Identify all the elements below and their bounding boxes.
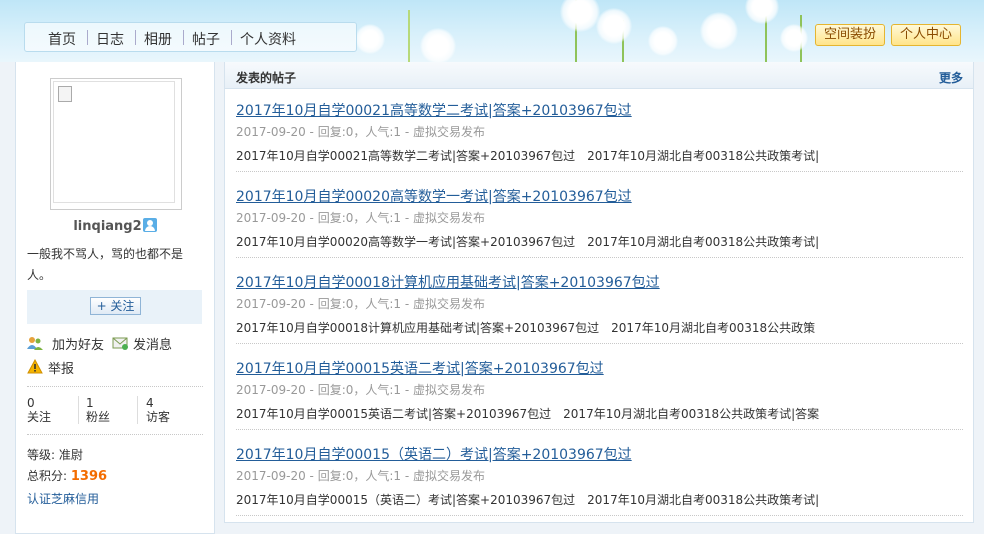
- dandelion-decor: [560, 0, 600, 32]
- post-meta: 2017-09-20 - 回复:0，人气:1 - 虚拟交易发布: [236, 469, 486, 483]
- stat-separator: [78, 396, 79, 424]
- dandelion-decor: [420, 28, 456, 62]
- avatar[interactable]: [50, 78, 182, 210]
- header-banner: 首页 日志 相册 帖子 个人资料 空间装扮 个人中心: [0, 0, 984, 62]
- post-meta: 2017-09-20 - 回复:0，人气:1 - 虚拟交易发布: [236, 211, 486, 225]
- add-friend-icon: [27, 337, 43, 350]
- posts-panel-title: 发表的帖子: [236, 71, 297, 85]
- avatar-image: [53, 81, 175, 203]
- post-item: 2017年10月自学00021高等数学二考试|答案+20103967包过 201…: [236, 100, 963, 186]
- post-divider: [236, 429, 963, 430]
- post-title-link[interactable]: 2017年10月自学00015英语二考试|答案+20103967包过: [236, 358, 604, 378]
- profile-sidebar: linqiang2 一般我不骂人，骂的也都不是人。 + 关注 加为好友 发消息 …: [15, 62, 215, 534]
- post-divider: [236, 257, 963, 258]
- post-item: 2017年10月自学00020高等数学一考试|答案+20103967包过 201…: [236, 186, 963, 272]
- post-title-link[interactable]: 2017年10月自学00015（英语二）考试|答案+20103967包过: [236, 444, 632, 464]
- level-label: 等级:: [27, 448, 56, 462]
- certify-link[interactable]: 认证芝麻信用: [27, 490, 99, 507]
- posts-panel: 发表的帖子 更多 2017年10月自学00021高等数学二考试|答案+20103…: [224, 62, 974, 523]
- follow-area: + 关注: [27, 290, 202, 324]
- stat-following[interactable]: 0 关注: [27, 396, 51, 424]
- send-message-label: 发消息: [133, 338, 173, 353]
- username[interactable]: linqiang2: [73, 219, 141, 234]
- nav-separator: [135, 30, 136, 45]
- warning-icon: [27, 359, 43, 374]
- nav-album[interactable]: 相册: [144, 29, 172, 49]
- divider: [27, 434, 203, 435]
- more-link[interactable]: 更多: [939, 69, 963, 86]
- post-item: 2017年10月自学00015（英语二）考试|答案+20103967包过 201…: [236, 444, 963, 530]
- points-row: 总积分: 1396: [27, 467, 107, 484]
- dandelion-decor: [700, 12, 738, 50]
- points-value: 1396: [70, 469, 108, 484]
- send-message-button[interactable]: 发消息: [112, 334, 172, 353]
- personal-center-button[interactable]: 个人中心: [891, 24, 962, 46]
- post-divider: [236, 171, 963, 172]
- post-meta: 2017-09-20 - 回复:0，人气:1 - 虚拟交易发布: [236, 383, 486, 397]
- post-divider: [236, 343, 963, 344]
- stat-separator: [137, 396, 138, 424]
- dandelion-decor: [648, 26, 678, 56]
- post-excerpt: 2017年10月自学00018计算机应用基础考试|答案+20103967包过 2…: [236, 321, 816, 335]
- user-bio: 一般我不骂人，骂的也都不是人。: [27, 247, 184, 282]
- main-nav: 首页 日志 相册 帖子 个人资料: [24, 22, 357, 52]
- post-excerpt: 2017年10月自学00020高等数学一考试|答案+20103967包过 201…: [236, 235, 820, 249]
- dandelion-decor: [596, 8, 632, 44]
- stat-label: 粉丝: [86, 410, 111, 424]
- post-meta: 2017-09-20 - 回复:0，人气:1 - 虚拟交易发布: [236, 125, 486, 139]
- post-meta: 2017-09-20 - 回复:0，人气:1 - 虚拟交易发布: [236, 297, 486, 311]
- nav-separator: [87, 30, 88, 45]
- posts-panel-header: 发表的帖子 更多: [225, 62, 973, 89]
- post-excerpt: 2017年10月自学00015（英语二）考试|答案+20103967包过 201…: [236, 493, 820, 507]
- space-decorate-button[interactable]: 空间装扮: [815, 24, 886, 46]
- stat-value: 1: [86, 396, 94, 410]
- message-icon: [112, 337, 128, 350]
- dandelion-decor: [745, 0, 779, 24]
- stat-value: 0: [27, 396, 35, 410]
- points-label: 总积分:: [27, 469, 68, 483]
- post-divider: [236, 515, 963, 516]
- nav-separator: [183, 30, 184, 45]
- stat-visitors[interactable]: 4 访客: [146, 396, 170, 424]
- user-badge-icon: [142, 218, 157, 232]
- level-value: 准尉: [58, 448, 83, 462]
- decor-stem: [408, 10, 410, 62]
- add-friend-label: 加为好友: [52, 338, 105, 353]
- nav-blog[interactable]: 日志: [96, 29, 124, 49]
- nav-profile[interactable]: 个人资料: [240, 29, 296, 49]
- stat-followers[interactable]: 1 粉丝: [86, 396, 110, 424]
- stat-label: 关注: [27, 410, 52, 424]
- post-title-link[interactable]: 2017年10月自学00021高等数学二考试|答案+20103967包过: [236, 100, 632, 120]
- add-friend-button[interactable]: 加为好友: [27, 334, 104, 353]
- follow-button[interactable]: + 关注: [90, 297, 141, 315]
- stat-label: 访客: [146, 410, 171, 424]
- dandelion-decor: [780, 24, 808, 52]
- level-row: 等级: 准尉: [27, 446, 83, 463]
- broken-image-icon: [58, 86, 72, 102]
- post-title-link[interactable]: 2017年10月自学00018计算机应用基础考试|答案+20103967包过: [236, 272, 660, 292]
- nav-home[interactable]: 首页: [48, 29, 76, 49]
- nav-posts[interactable]: 帖子: [192, 29, 220, 49]
- stat-value: 4: [146, 396, 154, 410]
- post-item: 2017年10月自学00018计算机应用基础考试|答案+20103967包过 2…: [236, 272, 963, 358]
- divider: [27, 386, 203, 387]
- post-item: 2017年10月自学00015英语二考试|答案+20103967包过 2017-…: [236, 358, 963, 444]
- post-excerpt: 2017年10月自学00021高等数学二考试|答案+20103967包过 201…: [236, 149, 820, 163]
- report-button[interactable]: 举报: [27, 358, 74, 377]
- dandelion-decor: [355, 24, 385, 54]
- nav-separator: [231, 30, 232, 45]
- post-excerpt: 2017年10月自学00015英语二考试|答案+20103967包过 2017年…: [236, 407, 820, 421]
- report-label: 举报: [48, 362, 75, 377]
- post-title-link[interactable]: 2017年10月自学00020高等数学一考试|答案+20103967包过: [236, 186, 632, 206]
- username-row: linqiang2: [16, 218, 214, 234]
